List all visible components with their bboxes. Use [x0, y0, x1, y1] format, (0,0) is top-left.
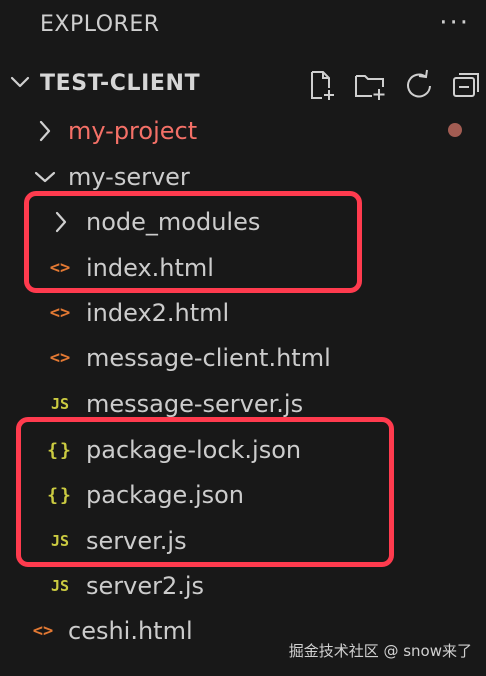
chevron-down-icon — [10, 76, 30, 88]
new-folder-icon[interactable] — [353, 68, 387, 102]
section-title: TEST-CLIENT — [40, 71, 201, 96]
section-header[interactable]: TEST-CLIENT — [0, 62, 486, 108]
chevron-right-icon — [39, 120, 51, 142]
ellipsis-icon[interactable]: ··· — [439, 8, 470, 38]
tree-item-label: my-server — [68, 163, 190, 191]
tree-item-label: message-server.js — [86, 390, 304, 418]
tree-item-label: ceshi.html — [68, 617, 193, 645]
highlight-box-bottom — [16, 417, 394, 567]
tree-item-label: my-project — [68, 117, 198, 145]
chevron-down-icon — [34, 171, 56, 183]
explorer-header: EXPLORER ··· — [0, 0, 486, 56]
highlight-box-top — [24, 191, 362, 293]
modified-indicator — [448, 123, 462, 137]
tree-item-my-project[interactable]: my-project — [0, 108, 486, 154]
tree-item-label: server2.js — [86, 572, 205, 600]
js-icon: JS — [50, 395, 70, 413]
explorer-title: EXPLORER — [40, 12, 160, 37]
new-file-icon[interactable] — [304, 68, 338, 102]
tree-item-index2-html[interactable]: <> index2.html — [0, 290, 486, 336]
watermark-text: 掘金技术社区 @ snow来了 — [288, 642, 472, 660]
tree-item-label: message-client.html — [86, 344, 331, 372]
refresh-icon[interactable] — [402, 68, 436, 102]
html-icon: <> — [49, 348, 71, 368]
tree-item-message-client-html[interactable]: <> message-client.html — [0, 335, 486, 381]
html-icon: <> — [49, 303, 71, 323]
html-icon: <> — [32, 621, 54, 641]
tree-item-label: index2.html — [86, 299, 230, 327]
tree-item-server2-js[interactable]: JS server2.js — [0, 563, 486, 609]
collapse-all-icon[interactable] — [450, 68, 484, 102]
js-icon: JS — [50, 577, 70, 595]
